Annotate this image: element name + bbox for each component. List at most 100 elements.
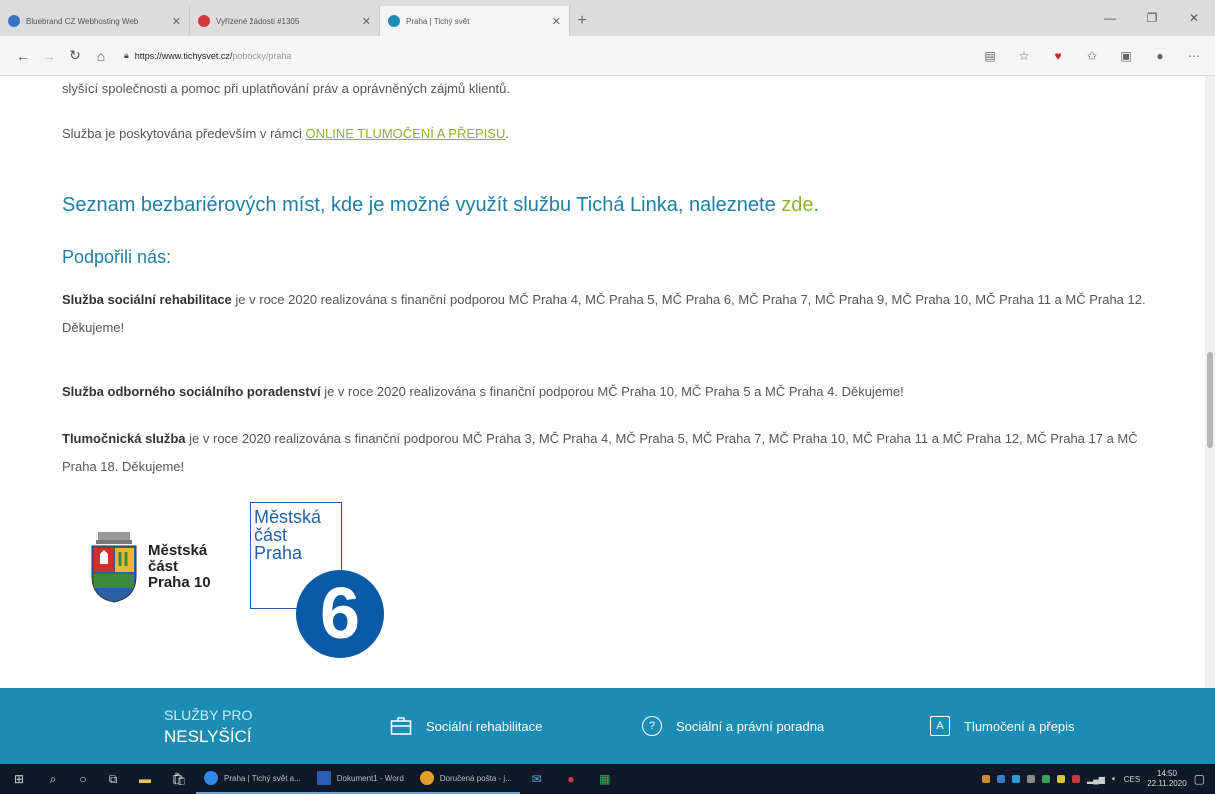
service-name: Služba odborného sociálního poradenství	[62, 384, 321, 399]
browser-tab-bar: Bluebrand CZ Webhosting Web ✕ Vyřízené ž…	[0, 0, 1215, 36]
tab-webhosting[interactable]: Bluebrand CZ Webhosting Web ✕	[0, 6, 190, 36]
volume-icon[interactable]: 🔈︎	[1112, 774, 1117, 784]
taskbar-app-label: Dokument1 - Word	[336, 773, 404, 783]
taskbar-app-label: Praha | Tichý svět a...	[224, 773, 301, 783]
support-text: je v roce 2020 realizována s finanční po…	[62, 431, 1138, 474]
places-heading: Seznam bezbariérových míst, kde je možné…	[62, 194, 819, 217]
network-icon[interactable]: ▂▄▆	[1087, 775, 1105, 784]
tray-app-icon[interactable]	[981, 775, 990, 783]
favorite-star-icon[interactable]: ☆	[1013, 45, 1035, 67]
praha-10-logo: Městská část Praha 10	[88, 530, 211, 604]
url-field[interactable]: 🔒︎ https://www.tichysvet.cz/ pobocky/pra…	[124, 50, 644, 61]
edge-icon	[204, 771, 218, 785]
service-end: .	[505, 126, 509, 141]
tab-close-icon[interactable]: ✕	[172, 15, 181, 28]
url-path: pobocky/praha	[232, 50, 292, 61]
praha-10-logo-text: Městská část Praha 10	[148, 543, 211, 591]
logo6-line1: Městská	[254, 507, 322, 527]
file-explorer-icon[interactable]: ▬	[128, 764, 162, 794]
favorites-icon[interactable]: ✩	[1081, 45, 1103, 67]
tab-title: Vyřízené žádosti #1305	[216, 16, 300, 26]
forward-icon[interactable]: →	[36, 43, 62, 69]
system-tray: ▂▄▆ 🔈︎ CES 14:50 22.11.2020 ▢	[981, 764, 1215, 794]
address-bar: ← → ↻ ⌂ 🔒︎ https://www.tichysvet.cz/ pob…	[0, 36, 1215, 76]
new-tab-icon[interactable]: +	[570, 6, 594, 36]
mail-icon[interactable]: ✉	[520, 764, 554, 794]
record-icon[interactable]: ●	[554, 764, 588, 794]
tray-app-icon[interactable]	[1011, 775, 1020, 783]
logo6-text: Městská část Praha	[254, 508, 321, 562]
taskbar-app-chrome[interactable]: Doručená pošta - j...	[411, 764, 520, 794]
brand-line1: SLUŽBY PRO	[164, 707, 253, 723]
clock-time: 14:50	[1156, 769, 1177, 778]
excel-icon[interactable]: ▦	[588, 764, 622, 794]
supported-heading: Podpořili nás:	[62, 247, 172, 267]
maximize-icon[interactable]: ❐	[1131, 0, 1173, 36]
taskbar-app-word[interactable]: Dokument1 - Word	[308, 764, 412, 794]
chrome-icon	[419, 771, 434, 785]
praha-6-logo: Městská část Praha 6	[250, 502, 384, 678]
more-icon[interactable]: ⋯	[1183, 45, 1205, 67]
tab-title: Bluebrand CZ Webhosting Web	[26, 16, 139, 26]
tab-favicon	[198, 15, 210, 27]
footer-item-label: Sociální rehabilitace	[426, 718, 543, 734]
language-indicator[interactable]: CES	[1124, 775, 1140, 784]
search-icon[interactable]: ⌕	[38, 764, 68, 794]
tab-requests[interactable]: Vyřízené žádosti #1305 ✕	[190, 6, 380, 36]
notifications-icon[interactable]: ▢	[1194, 772, 1205, 786]
footer-brand[interactable]: SLUŽBY PRO NESLYŠÍCÍ	[164, 704, 252, 748]
clock[interactable]: 14:50 22.11.2020	[1147, 769, 1186, 789]
tab-close-icon[interactable]: ✕	[362, 15, 371, 28]
logo6-number: 6	[296, 570, 384, 658]
window-controls: — ❐ ✕	[1089, 0, 1215, 36]
reading-view-icon[interactable]: ▤	[979, 45, 1001, 67]
support-paragraph-rehabilitation: Služba sociální rehabilitace je v roce 2…	[62, 286, 1162, 342]
tab-close-icon[interactable]: ✕	[552, 15, 561, 28]
logo10-line1: Městská	[148, 542, 208, 559]
taskbar-app-label: Doručená pošta - j...	[439, 773, 512, 783]
brand-line2: NESLYŠÍCÍ	[164, 727, 252, 746]
page-content: slyšící společnosti a pomoc při uplatňov…	[0, 76, 1205, 688]
tray-app-icon[interactable]	[1056, 775, 1065, 783]
back-icon[interactable]: ←	[10, 43, 36, 69]
logo6-line2: část	[254, 525, 288, 545]
tab-favicon	[388, 15, 400, 27]
close-window-icon[interactable]: ✕	[1173, 0, 1215, 36]
places-end: .	[813, 194, 820, 216]
cortana-icon[interactable]: ○	[68, 764, 98, 794]
page-scrollbar[interactable]	[1205, 76, 1215, 688]
browser-toolbar: ▤ ☆ ♥ ✩ ▣ ● ⋯	[979, 36, 1205, 76]
task-view-icon[interactable]: ⧉	[98, 764, 128, 794]
refresh-icon[interactable]: ↻	[62, 43, 88, 69]
tab-favicon	[8, 15, 20, 27]
pocket-icon[interactable]: ♥	[1047, 45, 1069, 67]
logo6-line3: Praha	[254, 543, 303, 563]
tab-praha[interactable]: Praha | Tichý svět ✕	[380, 6, 570, 36]
logo10-line3: Praha 10	[148, 574, 211, 591]
collections-icon[interactable]: ▣	[1115, 45, 1137, 67]
scrollbar-thumb[interactable]	[1207, 352, 1213, 448]
store-icon[interactable]: 🛍︎	[162, 764, 196, 794]
service-name: Služba sociální rehabilitace	[62, 292, 232, 307]
logo10-line2: část	[148, 558, 179, 575]
home-icon[interactable]: ⌂	[88, 43, 114, 69]
profile-icon[interactable]: ●	[1149, 45, 1171, 67]
footer-nav: SLUŽBY PRO NESLYŠÍCÍ Sociální rehabilita…	[0, 688, 1215, 764]
clock-date: 22.11.2020	[1147, 779, 1187, 788]
tray-app-icon[interactable]	[1071, 775, 1080, 783]
question-icon: ?	[642, 716, 662, 736]
footer-item-rehabilitation[interactable]: Sociální rehabilitace	[390, 716, 542, 736]
footer-item-label: Tlumočení a přepis	[964, 718, 1075, 734]
tray-app-icon[interactable]	[1041, 775, 1050, 783]
minimize-icon[interactable]: —	[1089, 0, 1131, 36]
windows-start-icon[interactable]: ⊞	[0, 764, 38, 794]
places-link[interactable]: zde	[781, 194, 813, 216]
taskbar-app-edge[interactable]: Praha | Tichý svět a...	[196, 764, 309, 794]
service-name: Tlumočnická služba	[62, 431, 186, 446]
tray-app-icon[interactable]	[1026, 775, 1035, 783]
footer-item-counselling[interactable]: ? Sociální a právní poradna	[642, 716, 824, 736]
online-interpreting-link[interactable]: ONLINE TLUMOČENÍ A PŘEPISU	[306, 126, 506, 141]
tray-app-icon[interactable]	[996, 775, 1005, 783]
service-text: Služba je poskytována především v rámci	[62, 126, 306, 141]
footer-item-interpreting[interactable]: A Tlumočení a přepis	[930, 716, 1075, 736]
